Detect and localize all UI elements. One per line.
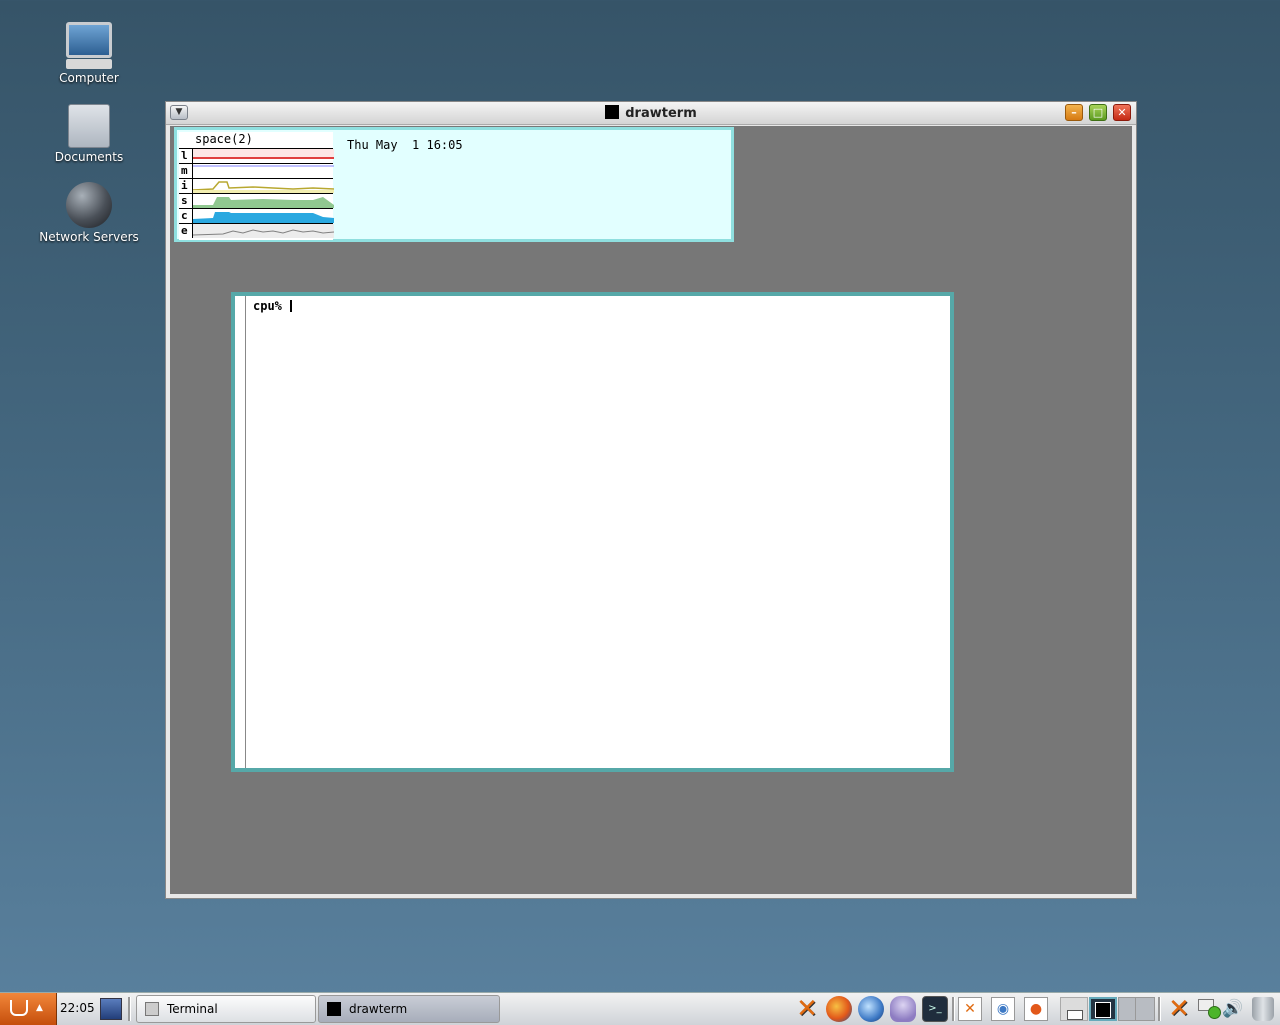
stat-graph-m xyxy=(192,164,334,178)
chevron-up-icon: ▲ xyxy=(36,1003,43,1013)
terminal-icon xyxy=(145,1002,159,1016)
stat-key: m xyxy=(181,164,188,177)
stat-row-c: c xyxy=(179,208,334,223)
minimize-button[interactable]: – xyxy=(1065,104,1083,121)
trash-icon[interactable] xyxy=(1252,997,1274,1021)
workspace-1[interactable] xyxy=(1060,997,1088,1021)
task-label: drawterm xyxy=(349,1002,408,1016)
workspace-4[interactable] xyxy=(1135,997,1155,1021)
globe-icon xyxy=(66,182,112,228)
close-button[interactable]: ✕ xyxy=(1113,104,1131,121)
window-title-text: drawterm xyxy=(625,106,697,121)
stat-graph-l xyxy=(192,149,334,163)
desktop-icon-label: Computer xyxy=(59,71,119,85)
pidgin-icon[interactable] xyxy=(890,996,916,1022)
computer-icon xyxy=(29,22,149,69)
drawterm-icon xyxy=(605,105,620,119)
shell-prompt[interactable]: cpu% xyxy=(253,299,292,313)
drawterm-window: ▼ drawterm – □ ✕ space(2) l m i s c e Th… xyxy=(165,101,1137,899)
stat-row-i: i xyxy=(179,178,334,193)
desktop-icon-network-servers[interactable]: Network Servers xyxy=(29,182,149,244)
task-label: Terminal xyxy=(167,1002,218,1016)
rio-terminal-window[interactable]: cpu% xyxy=(231,292,954,772)
drawterm-icon xyxy=(327,1002,341,1016)
stat-key: s xyxy=(181,194,188,207)
drawterm-client-area[interactable]: space(2) l m i s c e Thu May 1 16:05 cpu… xyxy=(170,126,1132,894)
stat-row-l: l xyxy=(179,148,334,163)
x-icon[interactable]: ✕ xyxy=(958,997,982,1021)
desktop-icon-label: Network Servers xyxy=(39,230,139,244)
minimize-icon: – xyxy=(1071,106,1077,119)
thunderbird-icon[interactable] xyxy=(858,996,884,1022)
maximize-button[interactable]: □ xyxy=(1089,104,1107,121)
desktop-icon-computer[interactable]: Computer xyxy=(29,22,149,85)
maximize-icon: □ xyxy=(1092,106,1104,119)
stats-meters: space(2) l m i s c e xyxy=(179,132,334,240)
firefox-icon[interactable] xyxy=(826,996,852,1022)
thunderbird-icon[interactable]: ◉ xyxy=(991,997,1015,1021)
close-icon: ✕ xyxy=(1117,106,1127,119)
firefox-icon[interactable]: ● xyxy=(1024,997,1048,1021)
taskbar: ▲ 22:05 Terminal drawterm ✕ >_ ✕ ◉ ● ✕ 🔊 xyxy=(0,992,1280,1025)
folder-icon xyxy=(68,104,110,148)
stat-graph-c xyxy=(192,209,334,223)
network-icon[interactable] xyxy=(1198,999,1221,1019)
window-titlebar[interactable]: ▼ drawterm – □ ✕ xyxy=(166,102,1136,125)
java-cup-icon xyxy=(10,1000,28,1016)
desktop-icon-label: Documents xyxy=(54,150,124,164)
volume-icon[interactable]: 🔊 xyxy=(1222,999,1243,1019)
task-drawterm[interactable]: drawterm xyxy=(318,995,500,1023)
stat-key: i xyxy=(181,179,188,192)
stats-panel[interactable]: space(2) l m i s c e Thu May 1 16:05 xyxy=(174,127,734,242)
workspace-2[interactable] xyxy=(1089,997,1117,1021)
stat-graph-e xyxy=(192,224,334,238)
date-display: Thu May 1 16:05 xyxy=(347,138,463,152)
taskbar-separator xyxy=(952,997,955,1021)
start-menu-button[interactable]: ▲ xyxy=(0,993,57,1025)
taskbar-separator xyxy=(1158,997,1161,1021)
prompt-text: cpu% xyxy=(253,299,282,313)
taskbar-clock[interactable]: 22:05 xyxy=(60,1001,95,1015)
stat-graph-s xyxy=(192,194,334,208)
stat-key: c xyxy=(181,209,188,222)
desktop-icon-documents[interactable]: Documents xyxy=(29,104,149,164)
x-icon[interactable]: ✕ xyxy=(1166,996,1192,1022)
terminal-scrollbar[interactable] xyxy=(245,296,246,768)
show-desktop-button[interactable] xyxy=(100,998,122,1020)
stat-key: e xyxy=(181,224,188,237)
stat-key: l xyxy=(181,149,188,162)
stat-row-e: e xyxy=(179,223,334,238)
stat-row-m: m xyxy=(179,163,334,178)
window-title: drawterm xyxy=(166,105,1136,121)
text-cursor xyxy=(289,300,292,312)
stat-graph-i xyxy=(192,179,334,193)
task-terminal[interactable]: Terminal xyxy=(136,995,316,1023)
taskbar-separator xyxy=(128,997,131,1021)
stat-row-s: s xyxy=(179,193,334,208)
terminal-icon[interactable]: >_ xyxy=(922,996,948,1022)
stats-header: space(2) xyxy=(195,132,253,146)
x-icon[interactable]: ✕ xyxy=(794,996,820,1022)
